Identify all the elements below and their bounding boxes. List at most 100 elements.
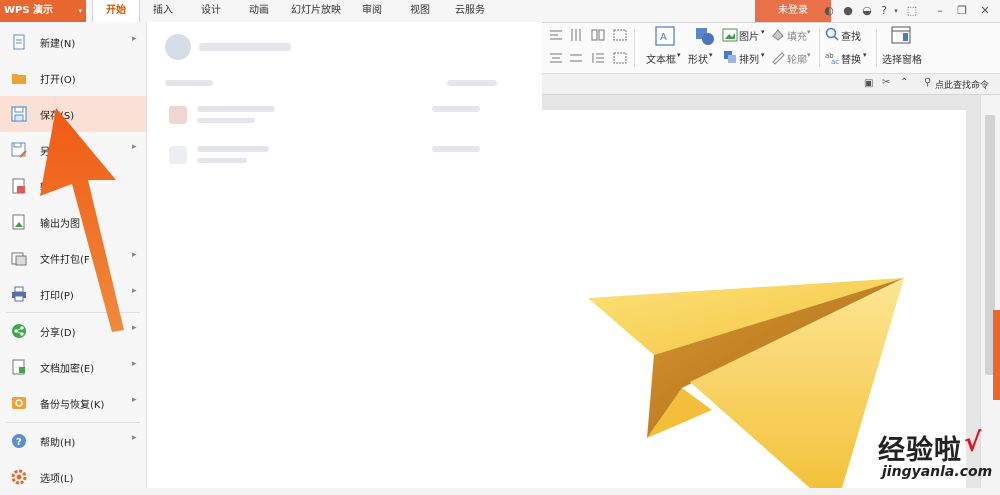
menu-item-share[interactable]: 分享(D) ▸ xyxy=(0,313,146,349)
chevron-down-icon[interactable]: ▾ xyxy=(889,4,903,18)
search-icon[interactable]: ⚲ xyxy=(924,77,931,88)
shape-icon[interactable] xyxy=(694,25,716,47)
chevron-down-icon[interactable]: ▾ xyxy=(807,28,811,36)
collapse-ribbon-icon[interactable]: ⌃ xyxy=(900,77,908,88)
tab-insert[interactable]: 插入 xyxy=(153,0,173,22)
checkmark-icon: √ xyxy=(964,428,982,458)
menu-item-label: 打开(O) xyxy=(40,75,76,86)
menu-item-open[interactable]: 打开(O) xyxy=(0,60,146,96)
chevron-down-icon[interactable]: ▾ xyxy=(709,51,713,59)
tab-view[interactable]: 视图 xyxy=(410,0,430,22)
menu-item-package[interactable]: 文件打包(F ▸ xyxy=(0,240,146,276)
numbering-icon[interactable] xyxy=(612,50,628,66)
text-direction-icon[interactable] xyxy=(568,27,584,43)
tab-review[interactable]: 审阅 xyxy=(362,0,382,22)
close-icon[interactable]: ✕ xyxy=(978,4,992,18)
find-command-input[interactable]: 点此查找命令 xyxy=(935,78,989,91)
line-spacing-icon[interactable] xyxy=(590,50,606,66)
align-text-icon[interactable] xyxy=(568,50,584,66)
menu-item-backup[interactable]: 备份与恢复(K) ▸ xyxy=(0,385,146,421)
fill-label[interactable]: 填充 xyxy=(787,28,807,43)
chevron-down-icon[interactable]: ▾ xyxy=(807,51,811,59)
skin-icon[interactable]: ◐ xyxy=(822,4,836,18)
recent-files-panel xyxy=(147,22,542,488)
encrypt-icon xyxy=(12,359,25,375)
menu-item-encrypt[interactable]: 文档加密(E) ▸ xyxy=(0,349,146,385)
replace-icon[interactable]: abac xyxy=(824,49,840,65)
svg-text:ac: ac xyxy=(831,58,839,65)
login-button[interactable]: 未登录 xyxy=(755,0,831,22)
restore-icon[interactable]: ⬚ xyxy=(905,4,919,18)
fill-icon[interactable] xyxy=(770,27,786,43)
menu-item-label: 新建(N) xyxy=(40,39,76,50)
menu-item-label: 另存 xyxy=(40,147,60,158)
watermark: 经验啦 √ jingyanla.com xyxy=(878,428,992,484)
align-center-icon[interactable] xyxy=(548,50,564,66)
chevron-right-icon: ▸ xyxy=(132,250,137,260)
arrange-label[interactable]: 排列 xyxy=(739,51,759,66)
menu-item-print[interactable]: 打印(P) ▸ xyxy=(0,276,146,312)
selection-pane-label[interactable]: 选择窗格 xyxy=(882,51,922,66)
menu-item-save[interactable]: 保存(S) xyxy=(0,96,146,132)
app-menu-button[interactable]: WPS 演示 ▾ xyxy=(0,0,86,22)
save-as-icon xyxy=(11,142,27,158)
file-icon xyxy=(169,146,187,164)
app-menu-label: WPS 演示 xyxy=(4,5,54,16)
textbox-icon[interactable]: A xyxy=(654,25,676,47)
find-label[interactable]: 查找 xyxy=(841,28,861,43)
chevron-right-icon: ▸ xyxy=(132,395,137,405)
menu-item-options[interactable]: 选项(L) xyxy=(0,459,146,495)
blurred-text xyxy=(197,118,255,123)
save-icon xyxy=(11,106,27,122)
menu-item-label: 打印(P) xyxy=(40,291,74,302)
bullets-icon[interactable] xyxy=(612,27,628,43)
chevron-down-icon[interactable]: ▾ xyxy=(863,51,867,59)
watermark-text: 经验啦 xyxy=(878,435,962,466)
ribbon-divider xyxy=(876,29,877,67)
help-icon: ? xyxy=(12,434,26,448)
feedback-icon[interactable]: ● xyxy=(841,4,855,18)
tools-icon[interactable]: ✂ xyxy=(882,77,890,88)
blurred-text xyxy=(447,80,497,86)
ribbon: A 文本框 ▾ 形状 ▾ 图片 ▾ 排列 ▾ 填充 ▾ 轮廓 ▾ 查找 ab ac… xyxy=(542,23,1000,74)
blurred-text xyxy=(199,43,291,51)
shape-label[interactable]: 形状 xyxy=(688,51,708,66)
menu-item-export-image[interactable]: 输出为图 xyxy=(0,204,146,240)
tab-slideshow[interactable]: 幻灯片放映 xyxy=(291,0,341,22)
tab-home[interactable]: 开始 xyxy=(92,0,140,22)
watermark-url: jingyanla.com xyxy=(882,464,993,480)
side-panel-toggle[interactable] xyxy=(993,310,1000,400)
outline-icon[interactable] xyxy=(770,49,786,65)
columns-icon[interactable] xyxy=(590,27,606,43)
chevron-down-icon[interactable]: ▾ xyxy=(761,51,765,59)
picture-icon[interactable] xyxy=(722,27,738,43)
svg-text:A: A xyxy=(660,32,667,43)
minimize-icon[interactable]: – xyxy=(933,4,947,18)
replace-label[interactable]: 替换 xyxy=(841,51,861,66)
gear-icon xyxy=(11,469,27,485)
arrange-icon[interactable] xyxy=(722,49,738,65)
blurred-text xyxy=(197,158,247,163)
tab-design[interactable]: 设计 xyxy=(201,0,221,22)
search-icon[interactable] xyxy=(824,26,840,42)
maximize-icon[interactable]: ❐ xyxy=(955,4,969,18)
chevron-right-icon: ▸ xyxy=(132,433,137,443)
picture-label[interactable]: 图片 xyxy=(739,28,759,43)
tab-cloud[interactable]: 云服务 xyxy=(455,0,485,22)
align-left-icon[interactable] xyxy=(548,27,564,43)
presentation-icon[interactable]: ▣ xyxy=(864,78,873,89)
menu-item-help[interactable]: ? 帮助(H) ▸ xyxy=(0,423,146,459)
chevron-down-icon[interactable]: ▾ xyxy=(761,28,765,36)
menu-item-export[interactable]: 输 xyxy=(0,168,146,204)
outline-label[interactable]: 轮廓 xyxy=(787,51,807,66)
menu-item-new[interactable]: 新建(N) ▸ xyxy=(0,24,146,60)
open-folder-icon xyxy=(12,74,26,84)
textbox-label[interactable]: 文本框 xyxy=(646,51,676,66)
tab-animation[interactable]: 动画 xyxy=(249,0,269,22)
selection-pane-icon[interactable] xyxy=(890,25,912,47)
sync-icon[interactable]: ◒ xyxy=(860,4,874,18)
chevron-down-icon[interactable]: ▾ xyxy=(677,51,681,59)
chevron-right-icon: ▸ xyxy=(132,323,137,333)
menu-item-save-as[interactable]: 另存 ▸ xyxy=(0,132,146,168)
print-icon xyxy=(12,286,26,302)
